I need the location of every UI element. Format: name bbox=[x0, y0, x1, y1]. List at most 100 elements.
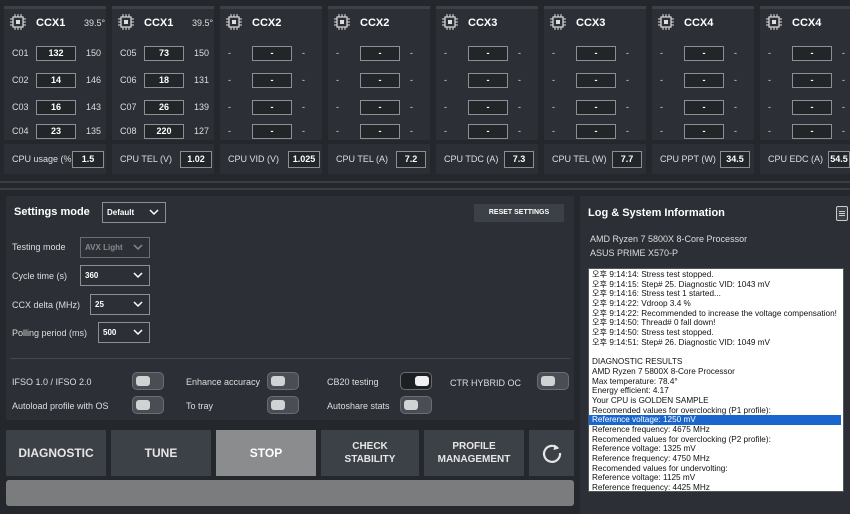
testing-mode-dropdown[interactable]: AVX Light bbox=[80, 237, 150, 258]
settings-title: Settings mode bbox=[14, 206, 90, 218]
dropdown-value: 25 bbox=[95, 300, 104, 309]
cycle-time-dropdown[interactable]: 360 bbox=[80, 265, 150, 286]
core-label: - bbox=[444, 126, 447, 136]
ccx-title: CCX3 bbox=[576, 17, 606, 29]
stat-cpu-tel-w: CPU TEL (W) 7.7 bbox=[544, 144, 646, 174]
ifso-toggle[interactable] bbox=[132, 372, 164, 390]
log-textbox[interactable]: 오후 9:14:14: Stress test stopped. 오후 9:14… bbox=[588, 268, 844, 492]
settings-panel: Settings mode Default RESET SETTINGS Tes… bbox=[6, 196, 574, 420]
diagnostic-button[interactable]: DIAGNOSTIC bbox=[6, 430, 106, 476]
toggle-knob bbox=[271, 376, 285, 386]
polling-period-dropdown[interactable]: 500 bbox=[98, 322, 150, 343]
stat-cpu-edc: CPU EDC (A) 54.5 bbox=[760, 144, 850, 174]
cb20-testing-toggle[interactable] bbox=[400, 372, 432, 390]
core-max: - bbox=[302, 75, 305, 85]
stat-value: 1.5 bbox=[72, 151, 104, 168]
core-label: C02 bbox=[12, 75, 29, 85]
button-label: DIAGNOSTIC bbox=[18, 445, 94, 460]
core-max: - bbox=[842, 75, 845, 85]
core-label: - bbox=[228, 126, 231, 136]
stat-value: 7.2 bbox=[396, 151, 426, 168]
settings-mode-dropdown[interactable]: Default bbox=[102, 202, 166, 223]
to-tray-label: To tray bbox=[186, 401, 214, 411]
core-value: - bbox=[684, 124, 724, 139]
log-line: 오후 9:14:22: Vdroop 3.4 % bbox=[592, 299, 691, 309]
button-label-line-1: PROFILE bbox=[452, 441, 496, 452]
core-value: - bbox=[360, 46, 400, 61]
stat-label: CPU VID (V) bbox=[228, 154, 280, 164]
refresh-button[interactable] bbox=[529, 430, 574, 476]
stop-button[interactable]: STOP bbox=[216, 430, 316, 476]
log-line: 오후 9:14:16: Stress test 1 started... bbox=[592, 289, 721, 299]
profile-management-button[interactable]: PROFILE MANAGEMENT bbox=[424, 430, 524, 476]
core-max: - bbox=[518, 102, 521, 112]
core-label: - bbox=[336, 48, 339, 58]
log-line: Recomended values for overclocking (P1 p… bbox=[592, 405, 771, 415]
core-label: - bbox=[552, 126, 555, 136]
log-title: Log & System Information bbox=[588, 207, 725, 219]
ccx-panel: CCX1 39.5° C05 73 150 C06 18 131 C07 26 139 C0… bbox=[112, 6, 214, 140]
enhance-accuracy-toggle[interactable] bbox=[267, 372, 299, 390]
core-value: - bbox=[252, 73, 292, 88]
core-value: 132 bbox=[36, 46, 76, 61]
cpu-chip-icon bbox=[226, 14, 242, 30]
stat-label: CPU TEL (A) bbox=[336, 154, 389, 164]
reset-settings-button[interactable]: RESET SETTINGS bbox=[474, 204, 564, 222]
core-max: - bbox=[626, 48, 629, 58]
core-max: 146 bbox=[86, 75, 102, 85]
core-row: --- bbox=[328, 123, 430, 141]
clipboard-icon[interactable] bbox=[836, 206, 848, 221]
core-max: - bbox=[626, 75, 629, 85]
core-value: 220 bbox=[144, 124, 184, 139]
stat-label: CPU TEL (W) bbox=[552, 154, 607, 164]
stat-label: CPU TEL (V) bbox=[120, 154, 173, 164]
log-line: Reference frequency: 4675 MHz bbox=[592, 425, 710, 434]
ccx-title: CCX3 bbox=[468, 17, 498, 29]
ctr-hybrid-oc-toggle[interactable] bbox=[537, 372, 569, 390]
core-row: --- bbox=[544, 123, 646, 141]
log-line: Reference frequency: 4750 MHz bbox=[592, 454, 710, 464]
core-label: - bbox=[444, 75, 447, 85]
log-line: Reference voltage: 1125 mV bbox=[592, 473, 696, 483]
core-label: C03 bbox=[12, 102, 29, 112]
check-stability-button[interactable]: CHECK STABILITY bbox=[321, 430, 419, 476]
stat-cpu-usage: CPU usage (%) 1.5 bbox=[4, 144, 106, 174]
autoshare-stats-toggle[interactable] bbox=[400, 396, 432, 414]
log-line: Your CPU is GOLDEN SAMPLE bbox=[592, 395, 709, 405]
ccx-delta-dropdown[interactable]: 25 bbox=[90, 294, 150, 315]
core-max: - bbox=[626, 102, 629, 112]
core-row: C08 220 127 bbox=[112, 123, 214, 141]
tune-button[interactable]: TUNE bbox=[111, 430, 211, 476]
autoload-profile-label: Autoload profile with OS bbox=[12, 401, 109, 411]
core-max: - bbox=[518, 75, 521, 85]
refresh-icon bbox=[542, 444, 561, 463]
cpu-chip-icon bbox=[442, 14, 458, 30]
core-row: --- bbox=[436, 45, 538, 63]
core-label: - bbox=[336, 126, 339, 136]
button-label-line-2: MANAGEMENT bbox=[437, 454, 511, 465]
stat-value: 34.5 bbox=[720, 151, 750, 168]
dropdown-value: AVX Light bbox=[85, 243, 123, 252]
core-row: --- bbox=[760, 123, 850, 141]
separator bbox=[0, 181, 850, 183]
chevron-down-icon bbox=[133, 301, 143, 308]
core-label: - bbox=[552, 48, 555, 58]
core-label: - bbox=[660, 48, 663, 58]
stat-cpu-vid: CPU VID (V) 1.025 bbox=[220, 144, 322, 174]
to-tray-toggle[interactable] bbox=[267, 396, 299, 414]
core-value: 73 bbox=[144, 46, 184, 61]
core-value: - bbox=[252, 100, 292, 115]
stat-value: 54.5 bbox=[828, 151, 850, 168]
core-label: - bbox=[228, 102, 231, 112]
autoload-profile-toggle[interactable] bbox=[132, 396, 164, 414]
log-line: 오후 9:14:14: Stress test stopped. bbox=[592, 270, 714, 279]
core-label: C01 bbox=[12, 48, 29, 58]
stat-value: 1.025 bbox=[288, 151, 320, 168]
core-label: - bbox=[444, 102, 447, 112]
core-row: --- bbox=[544, 99, 646, 117]
separator bbox=[0, 188, 850, 190]
core-max: - bbox=[842, 102, 845, 112]
core-value: - bbox=[576, 124, 616, 139]
stat-value: 7.7 bbox=[612, 151, 642, 168]
